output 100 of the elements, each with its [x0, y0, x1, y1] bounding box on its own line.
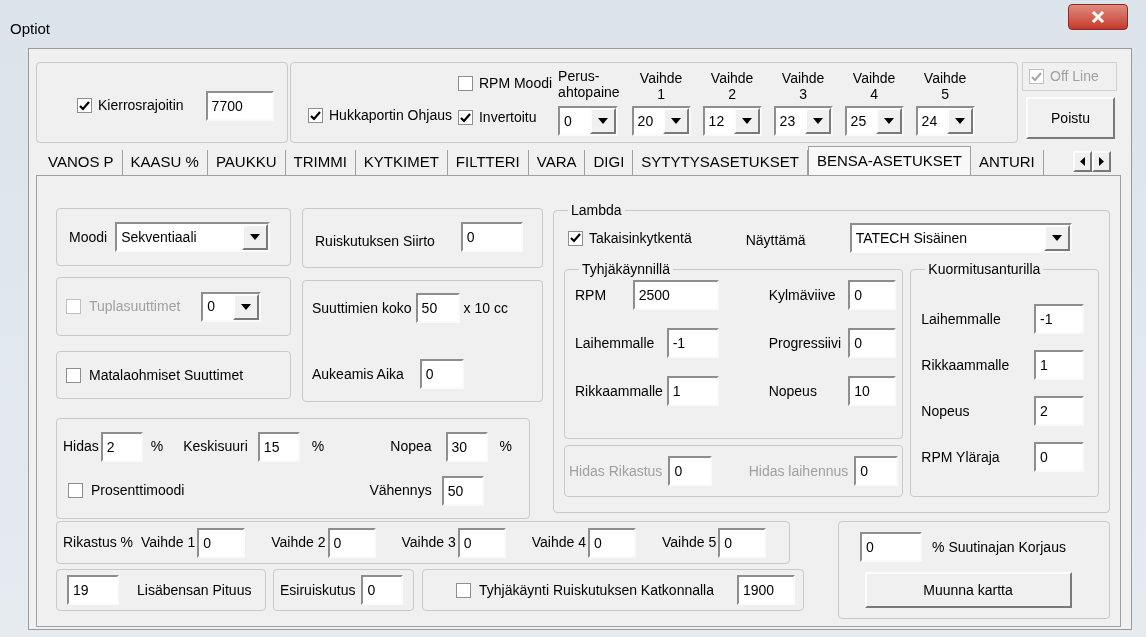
text-field[interactable]: 0 — [327, 527, 376, 558]
dropdown[interactable]: 25 — [844, 106, 904, 136]
checkbox[interactable] — [457, 110, 473, 125]
checkmark-icon — [79, 100, 90, 111]
field-label: % — [150, 437, 164, 456]
text-field[interactable]: 1900 — [737, 575, 795, 605]
field-label: Laihemmalle — [575, 333, 655, 353]
dropdown[interactable]: 20 — [631, 106, 691, 136]
text-field[interactable]: 50 — [415, 293, 460, 323]
text-field[interactable]: 0 — [1034, 442, 1084, 472]
checkmark-icon — [459, 112, 471, 123]
checkbox[interactable] — [66, 367, 81, 383]
text-field[interactable]: 0 — [848, 328, 897, 358]
text-field[interactable]: 2 — [1034, 396, 1084, 426]
dropdown-arrow-button[interactable] — [242, 224, 269, 250]
caret-down-icon — [883, 118, 894, 124]
dropdown-arrow-button[interactable] — [733, 108, 760, 134]
checkbox[interactable] — [77, 98, 92, 113]
text-field[interactable]: 15 — [257, 431, 300, 462]
field-label: Esiruiskutus — [280, 580, 356, 600]
text-field[interactable]: 0 — [197, 527, 246, 558]
field-label: Vaihde 5 — [661, 533, 717, 552]
caret-down-icon — [1051, 235, 1062, 241]
field-label: Perus- ahtopaine — [558, 68, 620, 100]
close-button[interactable] — [1068, 4, 1128, 30]
text-field[interactable]: 30 — [445, 431, 488, 462]
field-label: Vaihde 2 — [710, 70, 754, 102]
caret-down-icon — [954, 118, 965, 124]
field-label: Matalaohmiset Suuttimet — [89, 365, 244, 385]
dropdown[interactable]: 0 — [558, 106, 619, 136]
checkbox[interactable] — [457, 76, 473, 91]
text-field[interactable]: 0 — [419, 359, 464, 389]
text-field[interactable]: 0 — [361, 575, 404, 605]
checkbox[interactable] — [308, 108, 323, 123]
caret-down-icon — [241, 303, 252, 310]
field-label: Ruiskutuksen Siirto — [315, 231, 435, 251]
field-label: Vaihde 2 — [271, 533, 326, 552]
field-label: Hidas — [63, 437, 99, 456]
dropdown-arrow-button[interactable] — [946, 108, 973, 134]
close-icon — [1091, 11, 1105, 23]
checkbox[interactable] — [68, 483, 83, 498]
field-label: Prosenttimoodi — [91, 481, 185, 500]
text-field[interactable]: 10 — [848, 376, 897, 406]
left-triangle-icon — [1080, 157, 1085, 166]
dropdown[interactable]: Sekventiaali — [115, 222, 271, 252]
text-field[interactable]: 50 — [441, 475, 484, 506]
text-field[interactable]: 0 — [457, 527, 506, 558]
dropdown[interactable]: 23 — [773, 106, 833, 136]
dropdown-arrow-button[interactable] — [875, 108, 902, 134]
text-field[interactable]: 19 — [67, 575, 119, 605]
dropdown[interactable]: 24 — [915, 106, 975, 136]
caret-down-icon — [741, 118, 752, 124]
field-label: % — [499, 437, 512, 456]
caret-down-icon — [598, 118, 609, 124]
field-label: Laihemmalle — [921, 309, 1001, 329]
text-field[interactable]: 0 — [718, 527, 767, 558]
text-field[interactable]: 0 — [460, 222, 523, 252]
field-label: Näyttämä — [745, 230, 806, 250]
dropdown[interactable]: TATECH Sisäinen — [849, 223, 1072, 253]
field-label: Kierrosrajoitin — [98, 96, 184, 115]
field-label: Vaihde 5 — [923, 70, 967, 102]
field-label: Nopeus — [921, 401, 970, 421]
checkmark-icon — [310, 110, 321, 121]
field-label: % — [311, 437, 325, 456]
text-field[interactable]: 1 — [666, 376, 719, 406]
caret-down-icon — [670, 118, 681, 124]
dropdown-arrow-button[interactable] — [590, 108, 617, 134]
field-label: RPM Yläraja — [921, 447, 1000, 467]
field-label: Aukeamis Aika — [312, 364, 404, 384]
field-label: Lisäbensan Pituus — [137, 580, 252, 600]
tab[interactable]: BENSA-ASETUKSET — [807, 146, 971, 175]
field-label: Moodi — [69, 227, 108, 247]
checkbox[interactable] — [568, 230, 583, 246]
text-field[interactable]: 0 — [587, 527, 636, 558]
text-field[interactable]: 2500 — [632, 280, 719, 310]
text-field[interactable]: 2 — [100, 431, 143, 462]
scroll-right-button[interactable] — [1092, 151, 1111, 172]
field-label: Suuttimien koko — [312, 298, 412, 318]
text-field[interactable]: 1 — [1034, 350, 1084, 380]
field-label: Rikkaammalle — [575, 381, 663, 401]
dropdown-arrow-button[interactable] — [1043, 225, 1070, 251]
text-field[interactable]: -1 — [666, 328, 719, 358]
text-field[interactable]: 0 — [860, 532, 923, 562]
checkmark-icon — [1031, 71, 1042, 82]
field-label: Rikkaammalle — [921, 355, 1010, 375]
field-label: Keskisuuri — [183, 437, 248, 456]
dropdown-arrow-button[interactable] — [804, 108, 831, 134]
field-label: Vaihde 3 — [401, 533, 456, 552]
group-title: Lambda — [570, 201, 623, 220]
scroll-left-button[interactable] — [1073, 151, 1092, 172]
dropdown-arrow-button[interactable] — [662, 108, 689, 134]
text-field[interactable]: 0 — [848, 280, 897, 310]
field-label: Takaisinkytkentä — [589, 228, 692, 248]
text-field[interactable]: 7700 — [205, 90, 274, 121]
dropdown[interactable]: 12 — [702, 106, 762, 136]
exit-button[interactable]: Poistu — [1026, 97, 1115, 139]
field-label: Vaihde 4 — [852, 70, 896, 102]
convert-map-button[interactable]: Muunna kartta — [864, 572, 1072, 608]
checkbox[interactable] — [456, 582, 471, 598]
text-field[interactable]: -1 — [1034, 304, 1084, 334]
